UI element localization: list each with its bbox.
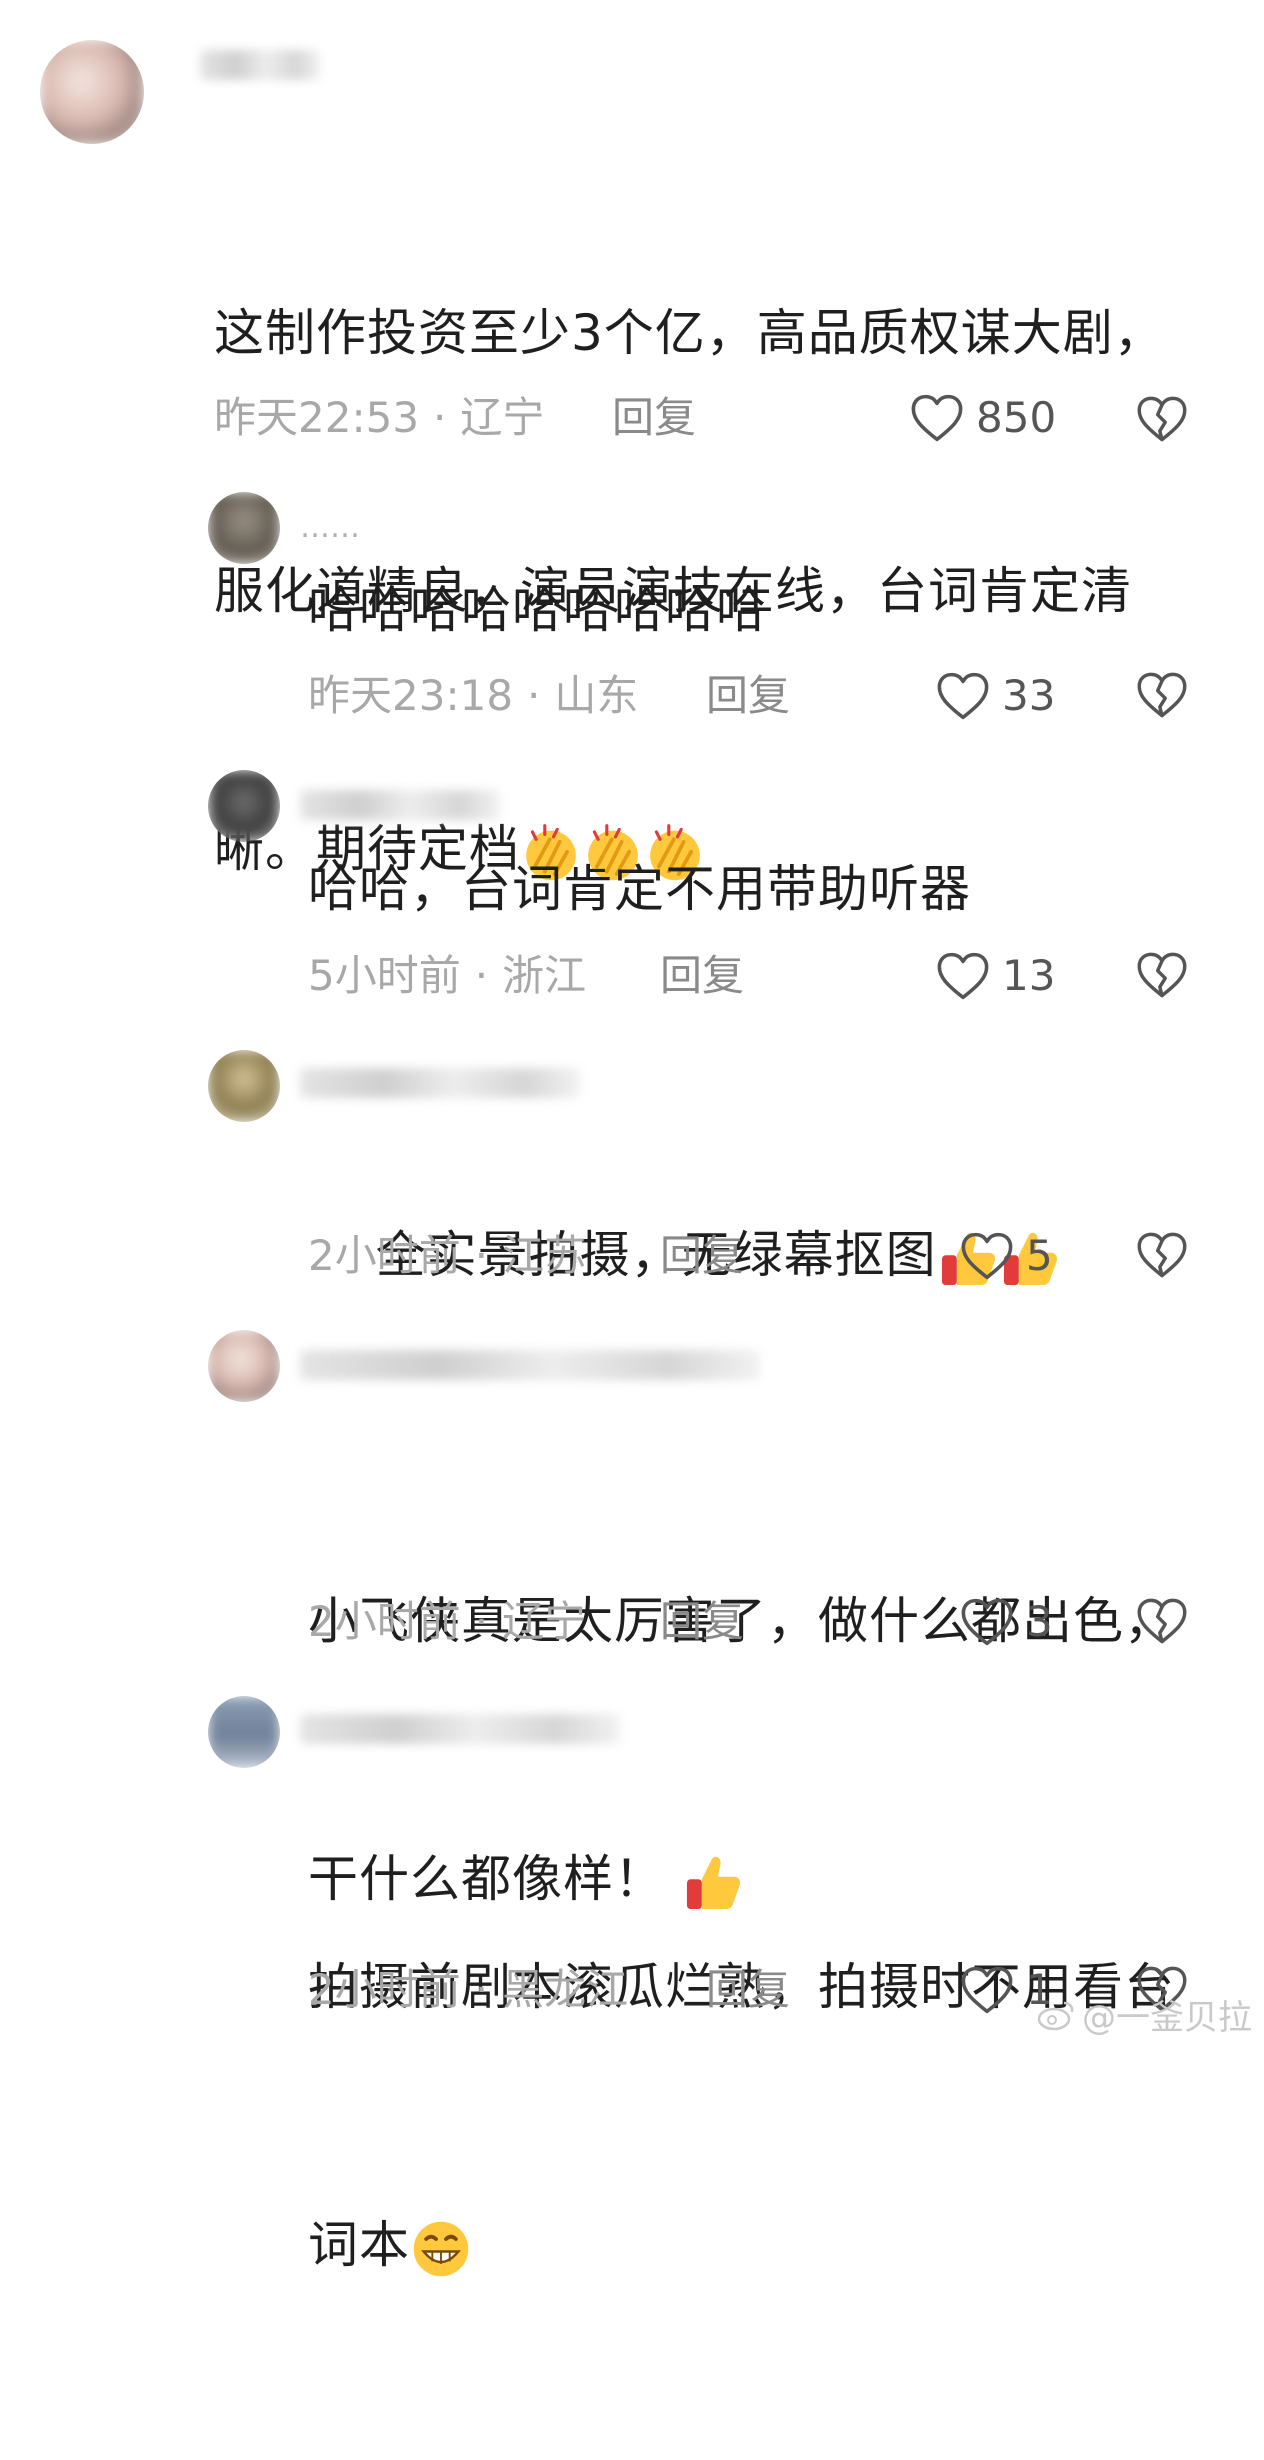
reply-button[interactable]: 回复 — [660, 948, 744, 1004]
like-button[interactable]: 850 — [910, 390, 1056, 446]
comment-text: 哈哈哈哈哈哈哈哈哈 — [308, 581, 767, 639]
timestamp: 5小时前 — [308, 951, 461, 1000]
timestamp: 2小时前 — [308, 1965, 461, 2014]
username-blurred[interactable] — [300, 1350, 760, 1380]
avatar[interactable] — [208, 1696, 280, 1768]
like-count: 850 — [976, 393, 1057, 442]
watermark: @一釜贝拉 — [1036, 1990, 1252, 2039]
reply-button[interactable]: 回复 — [612, 390, 696, 446]
heart-icon — [910, 393, 964, 443]
reply-button[interactable]: 回复 — [706, 668, 790, 724]
like-button[interactable]: 5 — [960, 1228, 1053, 1284]
dislike-icon[interactable] — [1136, 670, 1188, 720]
location: 辽宁 — [502, 1597, 587, 1646]
reply-button[interactable]: 回复 — [660, 1594, 744, 1650]
location: 浙江 — [502, 951, 587, 1000]
grin-emoji-icon — [410, 2218, 472, 2280]
comment-text: 拍摄前剧本滚瓜烂熟，拍摄时不用看台 词本 — [308, 1772, 1175, 2460]
comment-meta: 2小时前 · 辽宁 — [308, 1597, 587, 1646]
dislike-icon[interactable] — [1136, 950, 1188, 1000]
avatar[interactable] — [40, 40, 144, 144]
weibo-logo-icon — [1037, 2001, 1074, 2030]
reply-button[interactable]: 回复 — [706, 1962, 790, 2018]
timestamp: 2小时前 — [308, 1231, 461, 1280]
username[interactable]: …… — [300, 510, 360, 545]
timestamp: 2小时前 — [308, 1597, 461, 1646]
like-button[interactable]: 33 — [936, 668, 1055, 724]
avatar[interactable] — [208, 1330, 280, 1402]
like-count: 33 — [1002, 671, 1056, 720]
avatar[interactable] — [208, 492, 280, 564]
heart-icon — [936, 951, 990, 1001]
like-count: 5 — [1026, 1231, 1053, 1280]
comment-meta: 2小时前 · 江苏 — [308, 1231, 587, 1280]
dislike-icon[interactable] — [1136, 394, 1188, 444]
location: 黑龙江 — [502, 1965, 629, 2014]
location: 山东 — [554, 671, 639, 720]
like-count: 13 — [1002, 951, 1056, 1000]
like-count: 3 — [1026, 1597, 1053, 1646]
heart-icon — [960, 1597, 1014, 1647]
dislike-icon[interactable] — [1136, 1596, 1188, 1646]
avatar[interactable] — [208, 1050, 280, 1122]
username-blurred[interactable] — [300, 1068, 580, 1098]
heart-icon — [960, 1965, 1014, 2015]
like-button[interactable]: 3 — [960, 1594, 1053, 1650]
heart-icon — [960, 1231, 1014, 1281]
location: 江苏 — [502, 1231, 587, 1280]
comment-1: 这制作投资至少3个亿，高品质权谋大剧， 服化道精良，演员演技在线，台词肯定清 晰… — [0, 0, 1264, 380]
username-blurred[interactable] — [200, 50, 320, 80]
comment-meta: 5小时前 · 浙江 — [308, 951, 587, 1000]
timestamp: 昨天22:53 — [214, 393, 420, 442]
comment-meta: 昨天22:53 · 辽宁 — [214, 393, 545, 442]
like-button[interactable]: 13 — [936, 948, 1055, 1004]
location: 辽宁 — [460, 393, 545, 442]
dislike-icon[interactable] — [1136, 1230, 1188, 1280]
comment-meta: 2小时前 · 黑龙江 — [308, 1965, 629, 2014]
timestamp: 昨天23:18 — [308, 671, 514, 720]
username-blurred[interactable] — [300, 1714, 620, 1744]
avatar[interactable] — [208, 770, 280, 842]
username-blurred[interactable] — [300, 790, 500, 820]
heart-icon — [936, 671, 990, 721]
comment-meta: 昨天23:18 · 山东 — [308, 671, 639, 720]
comment-text: 哈哈，台词肯定不用带助听器 — [308, 860, 971, 918]
reply-button[interactable]: 回复 — [660, 1228, 744, 1284]
